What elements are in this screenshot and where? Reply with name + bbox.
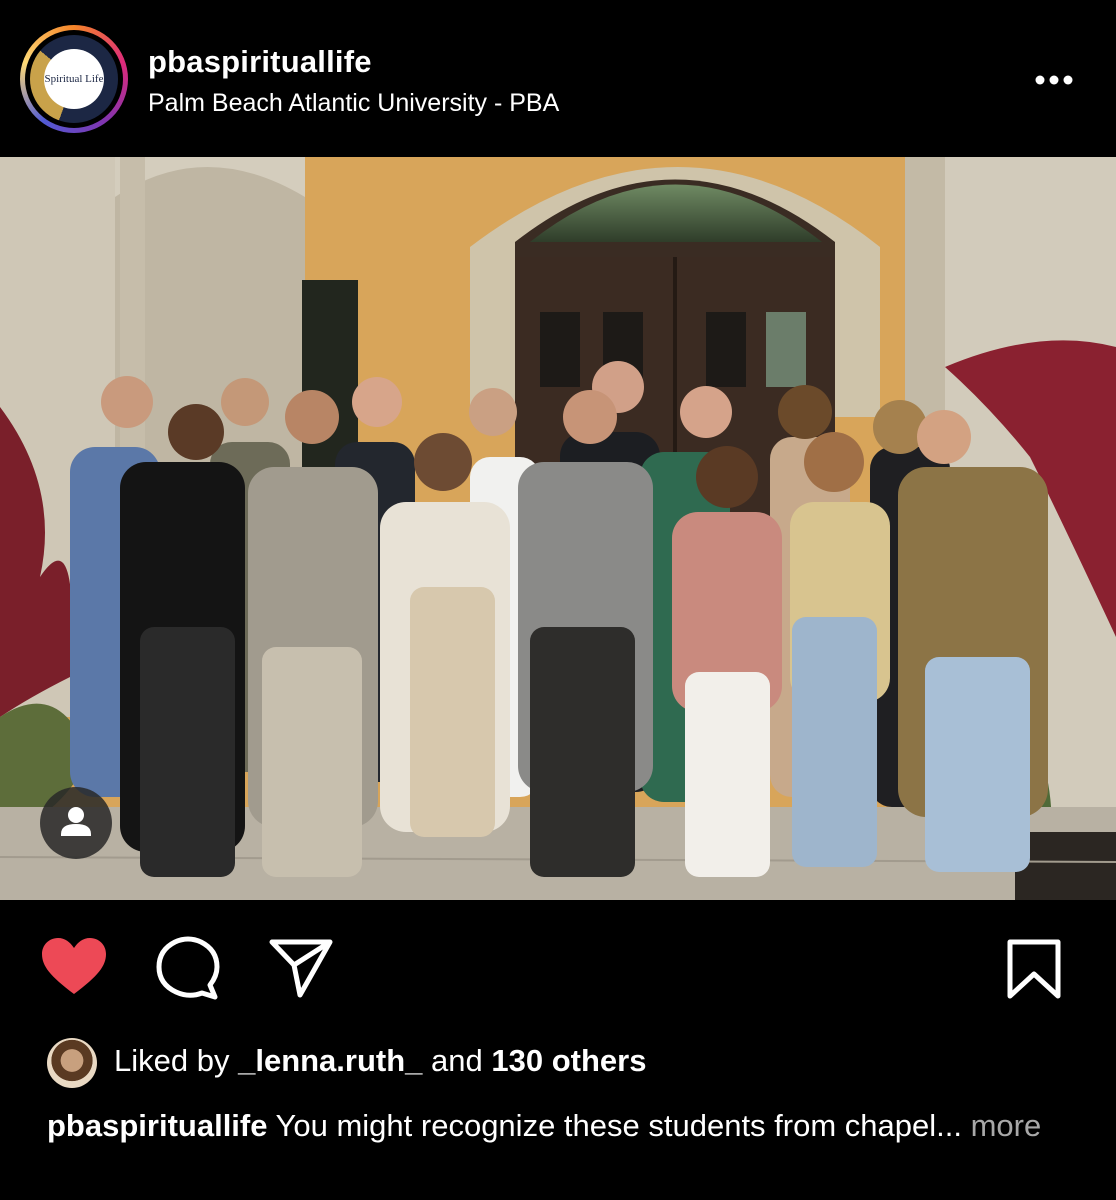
post-actions [0,900,1116,1030]
profile-avatar[interactable]: Spiritual Life [20,25,128,133]
liker-avatar[interactable] [47,1038,97,1088]
more-dots-icon[interactable] [1032,60,1076,100]
liker-username[interactable]: _lenna.ruth_ [238,1043,422,1078]
post-header: Spiritual Life pbaspirituallife Palm Bea… [0,0,1116,157]
post-caption: pbaspirituallife You might recognize the… [47,1106,1087,1146]
caption-username[interactable]: pbaspirituallife [47,1108,267,1143]
likes-summary[interactable]: Liked by _lenna.ruth_ and 130 others [114,1043,646,1079]
heart-filled-icon[interactable] [40,936,108,1003]
post-location[interactable]: Palm Beach Atlantic University - PBA [148,89,559,118]
comment-icon[interactable] [155,936,221,1005]
user-tag-icon[interactable] [40,787,112,859]
bookmark-icon[interactable] [1004,938,1064,1005]
post-photo[interactable] [0,157,1116,900]
spiritual-life-logo: Spiritual Life [30,35,118,123]
likes-others[interactable]: 130 others [491,1043,646,1078]
post-username[interactable]: pbaspirituallife [148,44,372,80]
send-icon[interactable] [268,937,334,1004]
caption-more-link[interactable]: more [971,1108,1042,1143]
caption-text: You might recognize these students from … [275,1108,962,1143]
